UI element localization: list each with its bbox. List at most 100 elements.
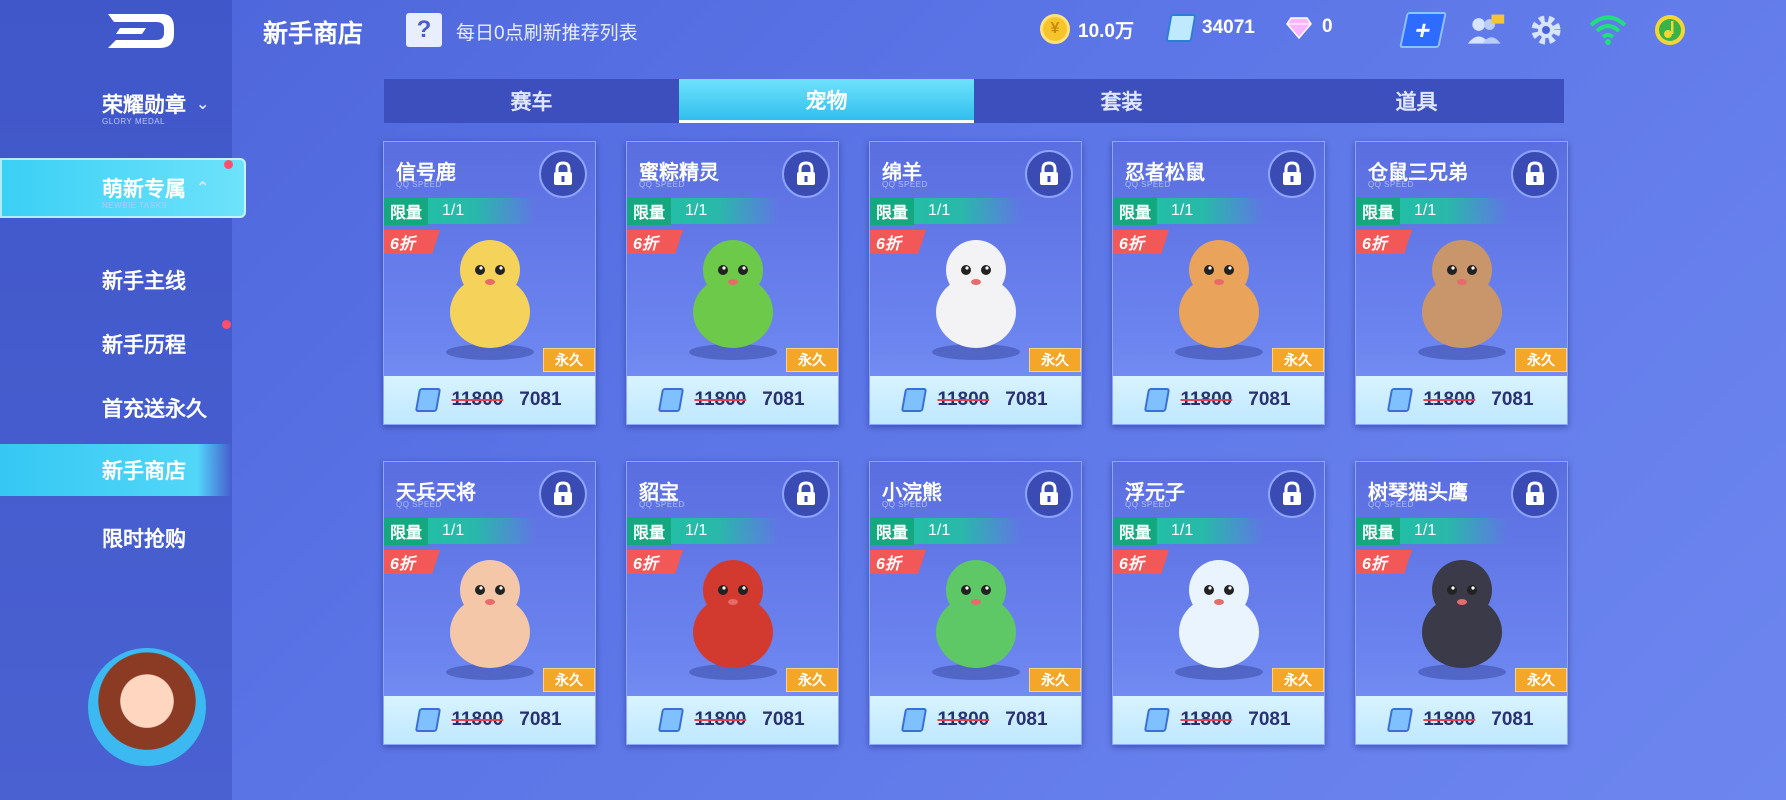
settings-gear-icon[interactable] [1526,12,1566,48]
sidebar-item-label: 新手历程 [102,334,186,357]
price-bar[interactable]: 11800 7081 [384,376,595,424]
sale-price: 7081 [519,389,562,410]
pet-card[interactable]: 忍者松鼠 QQ SPEED 限量 1/1 6折 永久 11800 7081 [1112,141,1325,425]
price-bar[interactable]: 11800 7081 [384,696,595,744]
sidebar-item-flash-sale[interactable]: 限时抢购 [0,508,232,568]
diamond-icon [1286,17,1312,40]
permanent-badge: 永久 [1029,668,1081,692]
help-button[interactable]: ? [406,13,442,47]
pet-illustration [931,240,1020,360]
qq-music-icon[interactable] [1650,12,1690,48]
sidebar-item-glory-medal[interactable]: 荣耀勋章 ⌄ GLORY MEDAL [0,74,232,134]
pet-card[interactable]: 仓鼠三兄弟 QQ SPEED 限量 1/1 6折 永久 11800 7081 [1355,141,1568,425]
price-bar[interactable]: 11800 7081 [1113,376,1324,424]
ticket-icon [415,708,442,732]
sidebar-item-newbie-shop[interactable]: 新手商店 [0,444,232,496]
sidebar-item-label: 新手商店 [102,460,186,483]
sidebar-item-newbie-journey[interactable]: 新手历程 [0,314,232,374]
permanent-badge: 永久 [1272,348,1324,372]
sidebar-item-newbie-exclusive[interactable]: 萌新专属 ⌃ NEWBIE TASKS [0,158,246,218]
pet-card[interactable]: 绵羊 QQ SPEED 限量 1/1 6折 永久 11800 7081 [869,141,1082,425]
pet-illustration [445,240,534,360]
pet-illustration [688,240,777,360]
lock-icon[interactable] [1025,150,1073,198]
ticket-icon [1387,708,1414,732]
lock-icon[interactable] [1268,470,1316,518]
avatar[interactable] [88,648,206,766]
tab-pet[interactable]: 宠物 [679,79,974,123]
pet-card[interactable]: 浮元子 QQ SPEED 限量 1/1 6折 永久 11800 7081 [1112,461,1325,745]
lock-icon[interactable] [1511,150,1559,198]
sidebar-item-first-charge[interactable]: 首充送永久 [0,378,232,438]
lock-icon[interactable] [782,150,830,198]
price-bar[interactable]: 11800 7081 [1356,696,1567,744]
pet-card[interactable]: 树琴猫头鹰 QQ SPEED 限量 1/1 6折 永久 11800 7081 [1355,461,1568,745]
brand-sublabel: QQ SPEED [1368,500,1414,509]
pet-illustration [688,560,777,680]
lock-icon[interactable] [1268,150,1316,198]
sale-price: 7081 [1005,709,1048,730]
coin-icon: ¥ [1040,14,1070,44]
ticket-value: 34071 [1202,17,1255,38]
sale-price: 7081 [1248,389,1291,410]
lock-icon[interactable] [1511,470,1559,518]
sidebar-item-label: 新手主线 [102,270,186,293]
sale-price: 7081 [1491,389,1534,410]
sidebar: 荣耀勋章 ⌄ GLORY MEDAL 萌新专属 ⌃ NEWBIE TASKS 新… [0,0,246,800]
price-bar[interactable]: 11800 7081 [870,376,1081,424]
ticket-icon [415,388,442,412]
diamond-balance[interactable]: 0 [1286,14,1333,40]
tab-item[interactable]: 道具 [1269,79,1564,123]
original-price: 11800 [694,389,747,410]
permanent-badge: 永久 [1029,348,1081,372]
tab-racecar[interactable]: 赛车 [384,79,679,123]
lock-icon[interactable] [1025,470,1073,518]
original-price: 11800 [451,389,504,410]
price-bar[interactable]: 11800 7081 [627,696,838,744]
coin-balance[interactable]: ¥ 10.0万 [1040,14,1134,44]
pet-card[interactable]: 蜜粽精灵 QQ SPEED 限量 1/1 6折 永久 11800 7081 [626,141,839,425]
ticket-icon [1387,388,1414,412]
sidebar-item-newbie-main[interactable]: 新手主线 [0,250,232,310]
brand-sublabel: QQ SPEED [639,180,685,189]
ticket-balance[interactable]: 34071 [1165,14,1255,42]
chevron-up-icon: ⌃ [196,180,210,197]
original-price: 11800 [1423,389,1476,410]
sale-price: 7081 [762,389,805,410]
pet-illustration [1174,560,1263,680]
price-bar[interactable]: 11800 7081 [627,376,838,424]
sidebar-item-sublabel: GLORY MEDAL [102,117,166,126]
lock-icon[interactable] [539,470,587,518]
lock-icon[interactable] [539,150,587,198]
page-title: 新手商店 [263,20,364,48]
price-bar[interactable]: 11800 7081 [1356,376,1567,424]
sidebar-item-label: 限时抢购 [102,528,186,551]
coin-value: 10.0万 [1078,20,1134,42]
brand-sublabel: QQ SPEED [882,500,928,509]
sidebar-item-label: 荣耀勋章 [102,94,186,117]
pet-card[interactable]: 貂宝 QQ SPEED 限量 1/1 6折 永久 11800 7081 [626,461,839,745]
pet-illustration [1417,560,1506,680]
original-price: 11800 [937,389,990,410]
ticket-icon [1165,14,1197,42]
lock-icon[interactable] [782,470,830,518]
pet-card[interactable]: 小浣熊 QQ SPEED 限量 1/1 6折 永久 11800 7081 [869,461,1082,745]
pet-card[interactable]: 天兵天将 QQ SPEED 限量 1/1 6折 永久 11800 7081 [383,461,596,745]
pet-illustration [931,560,1020,680]
pet-card[interactable]: 信号鹿 QQ SPEED 限量 1/1 6折 永久 11800 7081 [383,141,596,425]
sidebar-item-label: 首充送永久 [102,398,207,421]
price-bar[interactable]: 11800 7081 [1113,696,1324,744]
sale-price: 7081 [1248,709,1291,730]
brand-sublabel: QQ SPEED [639,500,685,509]
diamond-value: 0 [1322,16,1333,37]
notification-dot [224,160,233,169]
brand-sublabel: QQ SPEED [1125,180,1171,189]
friends-mail-icon[interactable] [1466,12,1506,48]
price-bar[interactable]: 11800 7081 [870,696,1081,744]
recharge-plus-button[interactable]: + [1399,12,1447,48]
permanent-badge: 永久 [543,668,595,692]
permanent-badge: 永久 [1272,668,1324,692]
tab-outfit[interactable]: 套装 [974,79,1269,123]
sale-price: 7081 [519,709,562,730]
permanent-badge: 永久 [1515,668,1567,692]
